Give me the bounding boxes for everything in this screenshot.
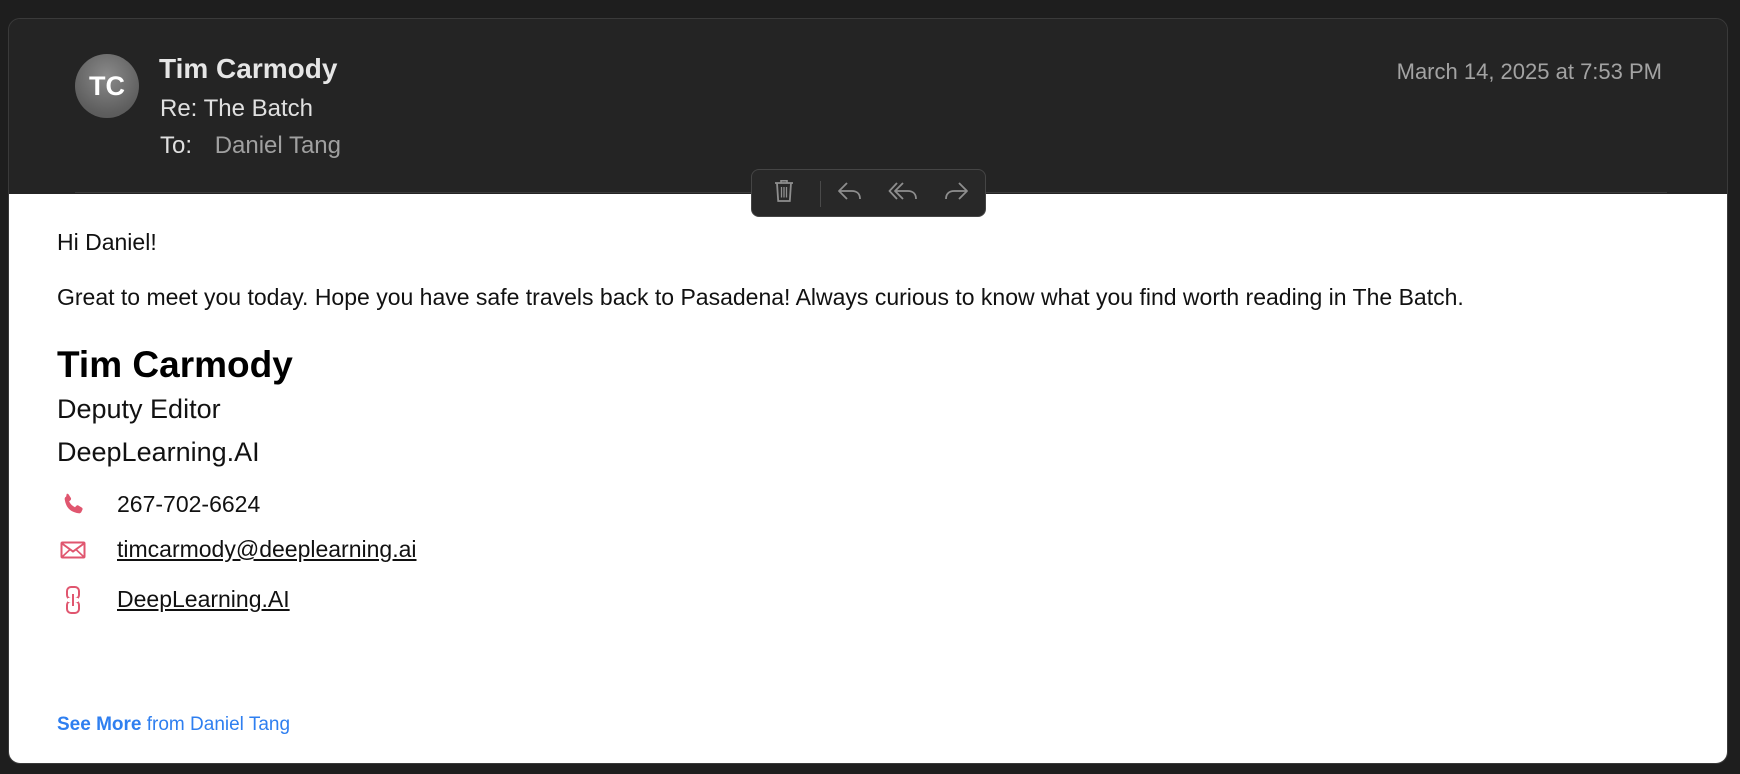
forward-icon	[942, 179, 970, 208]
see-more-source: from Daniel Tang	[141, 714, 291, 735]
mail-icon	[57, 534, 89, 566]
greeting-text: Hi Daniel!	[57, 229, 157, 255]
signature-title: Deputy Editor	[57, 394, 221, 424]
link-icon	[57, 584, 89, 616]
reply-all-icon	[888, 179, 920, 208]
phone-icon	[57, 489, 89, 521]
email-link[interactable]: timcarmody@deeplearning.ai	[117, 536, 417, 563]
website-link[interactable]: DeepLearning.AI	[117, 586, 290, 613]
reply-button[interactable]	[832, 176, 868, 210]
contact-website-row: DeepLearning.AI	[57, 584, 290, 616]
see-more-link[interactable]: See More from Daniel Tang	[57, 714, 290, 736]
forward-button[interactable]	[938, 176, 974, 210]
phone-number: 267-702-6624	[117, 491, 261, 517]
signature-name: Tim Carmody	[57, 344, 293, 385]
email-window: TC Tim Carmody Re: The Batch To: Daniel …	[8, 18, 1728, 764]
message-action-toolbar	[751, 169, 986, 217]
reply-all-button[interactable]	[886, 176, 922, 210]
message-text: Great to meet you today. Hope you have s…	[57, 284, 1464, 310]
email-body: Hi Daniel! Great to meet you today. Hope…	[9, 194, 1727, 763]
contact-email-row: timcarmody@deeplearning.ai	[57, 534, 417, 566]
trash-icon	[773, 178, 795, 209]
recipient-row: To: Daniel Tang	[160, 132, 341, 160]
signature-company: DeepLearning.AI	[57, 437, 260, 467]
email-date: March 14, 2025 at 7:53 PM	[1396, 59, 1662, 84]
contact-phone-row: 267-702-6624	[57, 489, 260, 521]
delete-button[interactable]	[766, 176, 802, 210]
sender-name: Tim Carmody	[159, 53, 338, 84]
avatar: TC	[75, 54, 139, 118]
to-label: To:	[160, 132, 193, 159]
email-subject: Re: The Batch	[160, 95, 313, 122]
reply-icon	[836, 179, 864, 208]
toolbar-separator	[820, 181, 821, 207]
email-header: TC Tim Carmody Re: The Batch To: Daniel …	[9, 19, 1727, 194]
see-more-label: See More	[57, 714, 142, 735]
recipient-name[interactable]: Daniel Tang	[215, 132, 341, 159]
